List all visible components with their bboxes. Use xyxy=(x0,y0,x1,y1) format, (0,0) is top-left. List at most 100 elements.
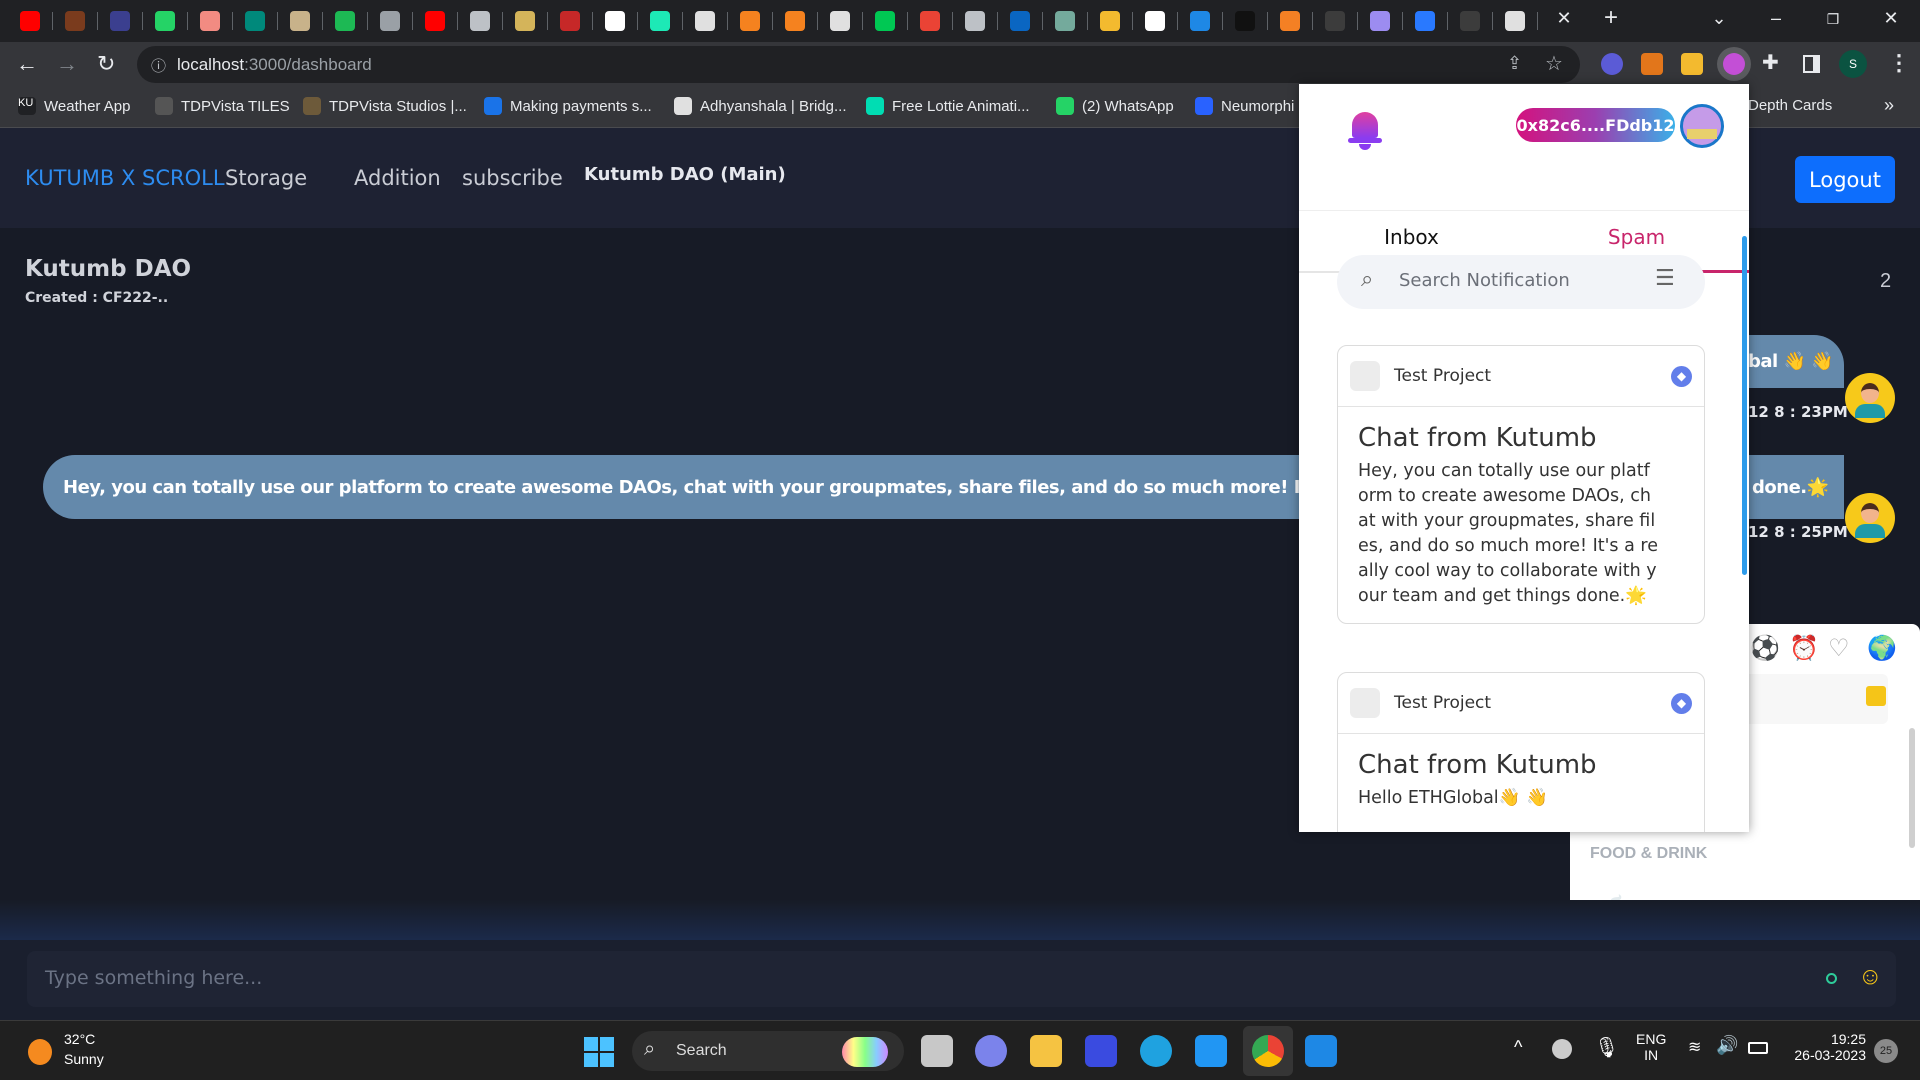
nav-addition[interactable]: Addition xyxy=(354,166,441,190)
alchemy-grey-icon[interactable] xyxy=(380,11,400,31)
browser-menu-icon[interactable]: ⋮ xyxy=(1888,50,1910,76)
bookmark-star-icon[interactable]: ☆ xyxy=(1545,51,1563,76)
globe-icon[interactable] xyxy=(470,11,490,31)
bookmark-item[interactable]: Adhyanshala | Bridg... xyxy=(674,97,846,115)
app-icon[interactable] xyxy=(1085,1035,1117,1067)
restore-button[interactable]: ❐ xyxy=(1818,11,1848,28)
bookmark-item[interactable]: TDPVista Studios |... xyxy=(303,97,467,115)
emoji-scrollbar[interactable] xyxy=(1909,728,1915,848)
weather-desc[interactable]: Sunny xyxy=(64,1051,104,1067)
clock[interactable]: 19:25 26-03-2023 xyxy=(1788,1031,1866,1063)
window-close-button[interactable]: ✕ xyxy=(1876,8,1906,29)
scroll-icon[interactable] xyxy=(290,11,310,31)
new-tab-button[interactable]: + xyxy=(1596,4,1626,32)
r-icon[interactable] xyxy=(695,11,715,31)
logout-button[interactable]: Logout xyxy=(1795,156,1895,203)
g-icon[interactable] xyxy=(740,11,760,31)
filter-sliders-icon[interactable]: ☰ xyxy=(1655,266,1675,291)
binance-extension-icon[interactable] xyxy=(1681,53,1703,75)
address-bar[interactable]: ⓘ localhost:3000/dashboard ⇪ ☆ xyxy=(137,46,1580,83)
site-info-icon[interactable]: ⓘ xyxy=(151,55,166,76)
language-indicator[interactable]: ENG IN xyxy=(1636,1031,1666,1063)
phantom-extension-icon[interactable] xyxy=(1601,53,1623,75)
bookmark-item[interactable]: Making payments s... xyxy=(484,97,652,115)
notification-search[interactable]: ⌕ Search Notification ☰ xyxy=(1337,255,1705,309)
forward-icon[interactable]: → xyxy=(56,51,78,77)
edge-icon[interactable] xyxy=(1140,1035,1172,1067)
github-icon[interactable] xyxy=(605,11,625,31)
alchemy-icon[interactable] xyxy=(335,11,355,31)
bookmark-item[interactable]: TDPVista TILES xyxy=(155,97,290,115)
onedrive-icon[interactable] xyxy=(1552,1039,1572,1059)
bookmark-item[interactable]: Free Lottie Animati... xyxy=(866,97,1030,115)
wallet-address-pill[interactable]: 0x82c6....FDdb12 xyxy=(1516,108,1675,142)
news-icon[interactable] xyxy=(830,11,850,31)
android-icon[interactable] xyxy=(1325,11,1345,31)
mail-icon[interactable] xyxy=(1195,1035,1227,1067)
tab-search-chevron-icon[interactable]: ⌄ xyxy=(1704,8,1734,29)
bookmarks-overflow-button[interactable]: » xyxy=(1884,95,1894,116)
a-icon[interactable] xyxy=(1190,11,1210,31)
bookmark-item[interactable]: (2) WhatsApp xyxy=(1056,97,1174,115)
vscode-icon[interactable] xyxy=(1305,1035,1337,1067)
back-icon[interactable]: ← xyxy=(16,51,38,77)
stack-icon[interactable] xyxy=(1280,11,1300,31)
notification-count-badge[interactable]: 25 xyxy=(1874,1039,1898,1063)
emoji-category-travel-icon[interactable]: 🌍 xyxy=(1867,634,1897,663)
metamask-extension-icon[interactable] xyxy=(1641,53,1663,75)
emoji-button-icon[interactable]: ☺ xyxy=(1858,963,1883,991)
wallet-avatar[interactable] xyxy=(1680,104,1724,148)
code-icon[interactable] xyxy=(110,11,130,31)
nav-dao-main[interactable]: Kutumb DAO (Main) xyxy=(584,164,786,185)
wifi-icon[interactable]: ≋ xyxy=(1688,1037,1701,1057)
push-extension-button[interactable] xyxy=(1717,47,1751,81)
d-blue-icon[interactable] xyxy=(1415,11,1435,31)
show-hidden-icons-icon[interactable]: ^ xyxy=(1514,1037,1522,1058)
gmail-icon[interactable] xyxy=(920,11,940,31)
nav-storage[interactable]: Storage xyxy=(225,166,307,190)
badge-icon[interactable] xyxy=(560,11,580,31)
battery-icon[interactable] xyxy=(1748,1042,1768,1054)
minimize-button[interactable]: – xyxy=(1761,8,1791,29)
android-icon[interactable] xyxy=(1460,11,1480,31)
f-icon[interactable] xyxy=(875,11,895,31)
message-input[interactable]: Type something here... ☺ xyxy=(27,951,1896,1007)
download-icon[interactable] xyxy=(965,11,985,31)
chrome-taskbar-button[interactable] xyxy=(1243,1026,1293,1076)
chatgpt-icon[interactable] xyxy=(1055,11,1075,31)
emoji-category-symbols-icon[interactable]: ♡ xyxy=(1828,634,1850,663)
youtube-icon[interactable] xyxy=(20,11,40,31)
skin-tone-selector[interactable] xyxy=(1866,686,1886,706)
microphone-icon[interactable]: 🎙 xyxy=(1594,1035,1619,1060)
taskbar-search[interactable]: ⌕ Search xyxy=(632,1031,904,1071)
bookmark-depth-cards[interactable]: Depth Cards xyxy=(1748,97,1832,114)
url-text[interactable]: localhost:3000/dashboard xyxy=(177,55,372,75)
notification-scrollbar[interactable] xyxy=(1742,236,1747,575)
bookmark-item[interactable]: KU Weather App xyxy=(18,97,130,115)
extensions-puzzle-icon[interactable]: ✚ xyxy=(1762,50,1779,75)
linkedin-icon[interactable] xyxy=(1010,11,1030,31)
volume-icon[interactable]: 🔊 xyxy=(1716,1035,1738,1056)
record-icon[interactable] xyxy=(200,11,220,31)
close-tab-button[interactable]: ✕ xyxy=(1549,8,1579,29)
v-icon[interactable] xyxy=(65,11,85,31)
reload-icon[interactable]: ↻ xyxy=(97,51,115,77)
chrome-icon[interactable] xyxy=(1505,11,1525,31)
eyes-icon[interactable] xyxy=(1370,11,1390,31)
weather-sun-icon[interactable] xyxy=(28,1039,52,1065)
g-icon[interactable] xyxy=(785,11,805,31)
brand-link[interactable]: KUTUMB X SCROLL xyxy=(25,166,225,190)
file-explorer-icon[interactable] xyxy=(1030,1035,1062,1067)
d-icon[interactable] xyxy=(1235,11,1255,31)
emoji-category-objects-icon[interactable]: ⏰ xyxy=(1789,634,1819,663)
share-icon[interactable]: ⇪ xyxy=(1507,53,1522,74)
notification-card[interactable]: Test Project ◆ Chat from Kutumb Hello ETH… xyxy=(1337,672,1705,832)
notification-card[interactable]: Test Project ◆ Chat from Kutumb Hey, you … xyxy=(1337,345,1705,624)
m-icon[interactable] xyxy=(515,11,535,31)
emoji-category-activity-icon[interactable]: ⚽ xyxy=(1750,634,1780,663)
profile-avatar[interactable]: S xyxy=(1839,50,1867,78)
binance-icon[interactable] xyxy=(1100,11,1120,31)
doc-icon[interactable] xyxy=(650,11,670,31)
start-windows-icon[interactable] xyxy=(584,1037,614,1067)
task-view-icon[interactable] xyxy=(921,1035,953,1067)
